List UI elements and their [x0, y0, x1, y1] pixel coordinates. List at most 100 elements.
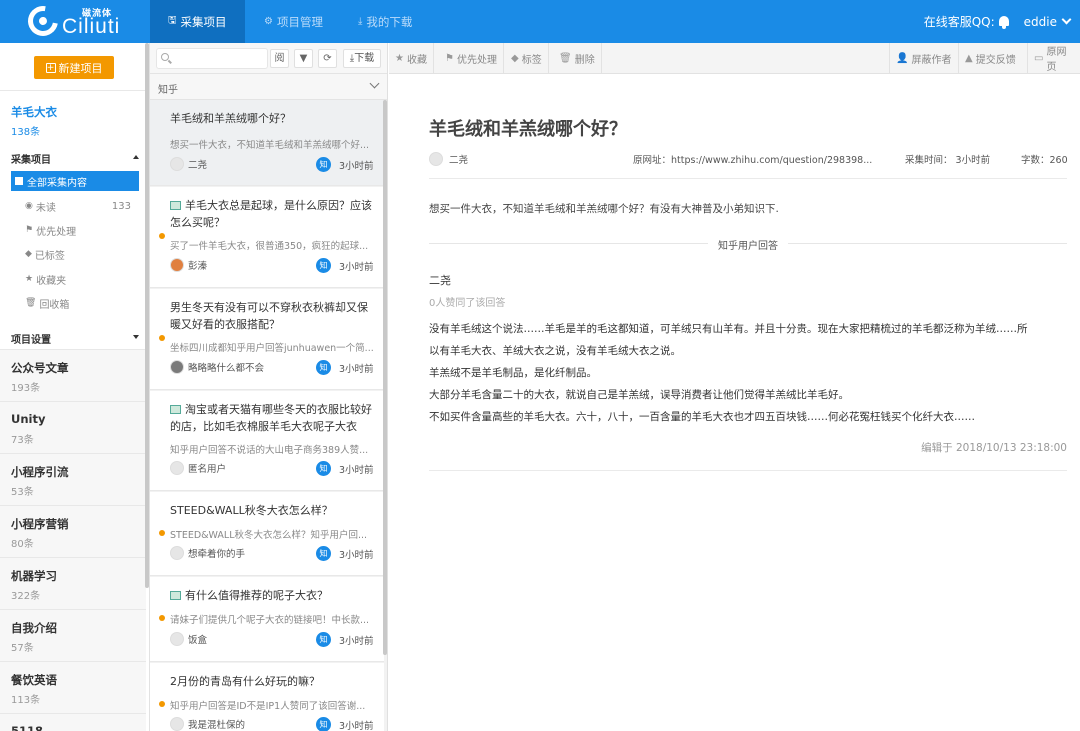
new-project-button[interactable]: + 新建项目: [34, 56, 114, 79]
project-item[interactable]: Unity 73条: [0, 402, 146, 454]
sidebar-scrollbar[interactable]: [145, 43, 149, 588]
item-author: 我是混杜保的: [188, 720, 246, 731]
nav-my-downloads[interactable]: ⤓ 我的下载: [340, 0, 430, 43]
item-excerpt: 买了一件羊毛大衣，很普通350，疯狂的起球...: [170, 241, 369, 252]
list-scrollbar[interactable]: [383, 100, 387, 655]
tag-button[interactable]: ◆ 标签: [505, 43, 549, 73]
source-selector[interactable]: 知乎: [150, 74, 387, 100]
refresh-icon[interactable]: ⟳: [318, 49, 337, 68]
answer-paragraph: 羊羔绒不是羊毛制品，是化纤制品。: [429, 367, 597, 379]
avatar: [170, 157, 184, 171]
sidebar-item-recycle[interactable]: 🗑 回收箱: [11, 293, 139, 313]
answer-paragraph: 以有羊毛大衣、羊绒大衣之说，没有羊毛绒大衣之说。: [429, 345, 681, 357]
save-icon: 🖫: [168, 15, 177, 26]
item-time: 3小时前: [339, 550, 374, 561]
item-time: 3小时前: [339, 262, 374, 273]
feedback-button[interactable]: ▲ 提交反馈: [958, 43, 1022, 73]
item-excerpt: STEED&WALL秋冬大衣怎么样？知乎用户回...: [170, 530, 368, 541]
zhihu-badge: 知: [316, 360, 331, 375]
zhihu-badge: 知: [316, 717, 331, 731]
list-item[interactable]: 淘宝或者天猫有哪些冬天的衣服比较好的店，比如毛衣棉服羊毛大衣呢子大衣 知乎用户回…: [150, 391, 384, 491]
item-excerpt: 想买一件大衣，不知道羊毛绒和羊羔绒哪个好...: [170, 140, 370, 151]
word-count: 字数：260: [1021, 155, 1068, 166]
tag-icon: ◆: [511, 52, 519, 64]
original-page-button[interactable]: ▭ 原网页: [1027, 43, 1080, 73]
detail-toolbar: ★ 收藏 ⚑ 优先处理 ◆ 标签 🗑 删除 👤 屏蔽作者 ▲ 提交反馈 ▭ 原网页: [389, 43, 1080, 74]
nav-project-management[interactable]: ⚙ 项目管理: [246, 0, 341, 43]
project-item[interactable]: 餐饮英语 113条: [0, 662, 146, 714]
list-icon: [15, 177, 23, 185]
avatar: [429, 152, 443, 166]
zhihu-badge: 知: [316, 461, 331, 476]
project-item[interactable]: 自我介绍 57条: [0, 610, 146, 662]
avatar: [170, 360, 184, 374]
list-item[interactable]: STEED&WALL秋冬大衣怎么样？ STEED&WALL秋冬大衣怎么样？知乎用…: [150, 492, 384, 576]
chevron-down-icon: [369, 78, 380, 89]
item-title: 2月份的青岛有什么好玩的嘛？: [170, 675, 320, 688]
item-author: 略略略什么都不会: [188, 363, 265, 374]
qq-icon[interactable]: [998, 15, 1010, 29]
item-excerpt: 请妹子们提供几个呢子大衣的链接吧！中长款...: [170, 615, 370, 626]
item-time: 3小时前: [339, 636, 374, 647]
answer-author[interactable]: 二尧: [429, 272, 451, 288]
sidebar-item-unread[interactable]: ◉ 未读 133: [11, 196, 139, 216]
sidebar-item-all[interactable]: 全部采集内容: [11, 171, 139, 191]
unread-dot: [159, 530, 165, 536]
block-author-button[interactable]: 👤 屏蔽作者: [889, 43, 957, 73]
source-label: 知乎: [158, 85, 178, 96]
user-name[interactable]: eddie: [1024, 15, 1057, 29]
collapse-icon: [133, 155, 139, 159]
settings-section-heading[interactable]: 项目设置: [11, 331, 139, 346]
project-item[interactable]: 机器学习 322条: [0, 558, 146, 610]
avatar: [170, 546, 184, 560]
item-time: 3小时前: [339, 721, 374, 731]
avatar: [170, 717, 184, 731]
sidebar-item-priority[interactable]: ⚑ 优先处理: [11, 220, 139, 240]
favorite-button[interactable]: ★ 收藏: [389, 43, 434, 73]
item-author: 想牵着你的手: [188, 549, 246, 560]
project-item[interactable]: 小程序引流 53条: [0, 454, 146, 506]
item-time: 3小时前: [339, 465, 374, 476]
project-item[interactable]: 公众号文章 193条: [0, 350, 146, 402]
item-title: 男生冬天有没有可以不穿秋衣秋裤却又保暖又好看的衣服搭配？: [170, 301, 368, 331]
list-item[interactable]: 羊毛大衣总是起球，是什么原因？应该怎么买呢？ 买了一件羊毛大衣，很普通350，疯…: [150, 187, 384, 288]
online-service-label[interactable]: 在线客服QQ:: [924, 13, 995, 30]
search-input[interactable]: [156, 48, 268, 69]
unread-dot: [159, 701, 165, 707]
collect-section-heading[interactable]: 采集项目: [11, 151, 139, 166]
project-item[interactable]: 5118: [0, 714, 146, 731]
list-item[interactable]: 2月份的青岛有什么好玩的嘛？ 知乎用户回答是ID不是IP1人赞同了该回答谢...…: [150, 663, 384, 731]
flag-icon: ⚑: [445, 52, 454, 64]
zhihu-badge: 知: [316, 632, 331, 647]
sidebar-item-tagged[interactable]: ◆ 已标签: [11, 244, 139, 264]
read-filter-button[interactable]: 阅: [270, 49, 289, 68]
download-icon: ⤓: [358, 16, 363, 27]
nav-collect-projects[interactable]: 🖫 采集项目: [150, 0, 245, 43]
avatar: [170, 258, 184, 272]
unread-dot: [159, 233, 165, 239]
chevron-down-icon[interactable]: [1061, 14, 1072, 25]
app-logo[interactable]: 磁流体 Ciliuti: [22, 0, 148, 42]
list-item[interactable]: 男生冬天有没有可以不穿秋衣秋裤却又保暖又好看的衣服搭配？ 坐标四川成都知乎用户回…: [150, 289, 384, 390]
zhihu-badge: 知: [316, 157, 331, 172]
list-item[interactable]: 羊毛绒和羊羔绒哪个好？ 想买一件大衣，不知道羊毛绒和羊羔绒哪个好... 二尧 知…: [150, 100, 384, 186]
item-excerpt: 知乎用户回答是ID不是IP1人赞同了该回答谢...: [170, 701, 366, 712]
window-icon: ▭: [1034, 52, 1044, 64]
sidebar-item-favorites[interactable]: ★ 收藏夹: [11, 269, 139, 289]
source-url[interactable]: 原网址：https://www.zhihu.com/question/29839…: [633, 152, 872, 166]
item-time: 3小时前: [339, 364, 374, 375]
project-item[interactable]: 小程序营销 80条: [0, 506, 146, 558]
list-item[interactable]: 有什么值得推荐的呢子大衣？ 请妹子们提供几个呢子大衣的链接吧！中长款... 饭盒…: [150, 577, 384, 662]
download-button[interactable]: ⤓下载: [343, 49, 381, 68]
current-project[interactable]: 羊毛大衣 138条: [11, 104, 57, 138]
tag-icon: ◆: [25, 249, 32, 259]
priority-button[interactable]: ⚑ 优先处理: [439, 43, 504, 73]
article-author[interactable]: 二尧: [429, 152, 468, 166]
filter-icon[interactable]: ▼: [294, 49, 313, 68]
delete-button[interactable]: 🗑 删除: [553, 43, 602, 73]
edited-timestamp: 编辑于 2018/10/13 23:18:00: [921, 442, 1067, 454]
eye-icon: ◉: [25, 201, 33, 211]
unread-dot: [159, 615, 165, 621]
trash-icon: 🗑: [559, 52, 572, 64]
article-detail-pane: ★ 收藏 ⚑ 优先处理 ◆ 标签 🗑 删除 👤 屏蔽作者 ▲ 提交反馈 ▭ 原网页 羊毛绒和羊…: [389, 43, 1080, 731]
